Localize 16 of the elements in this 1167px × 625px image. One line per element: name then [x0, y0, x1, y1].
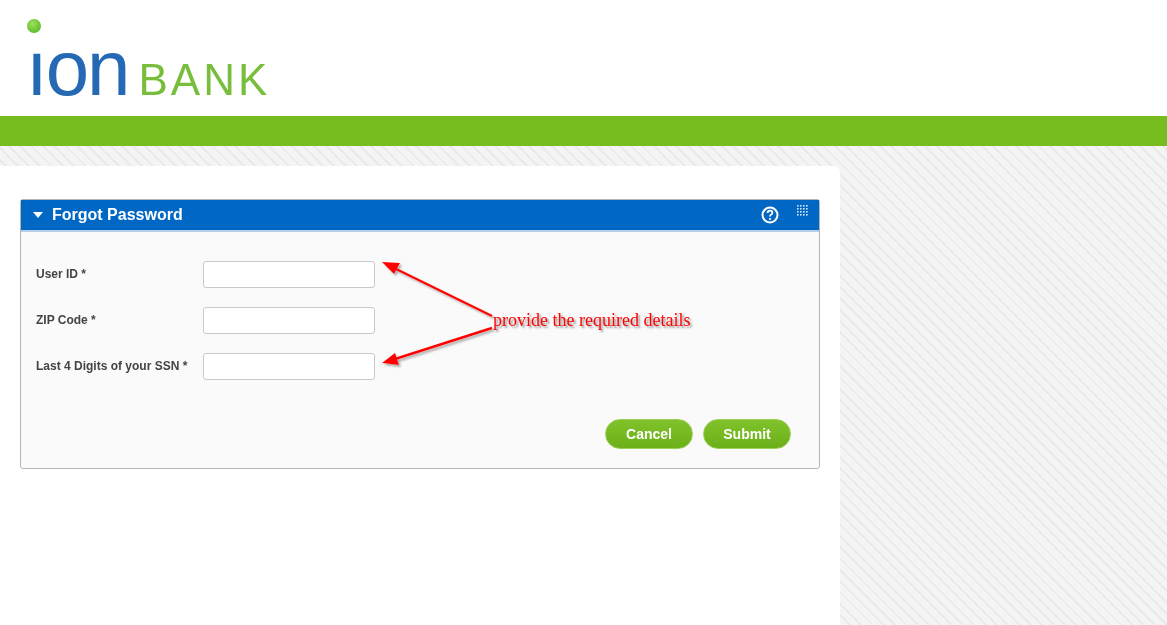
- cancel-button[interactable]: Cancel: [605, 419, 693, 449]
- input-field[interactable]: [203, 352, 375, 380]
- field-label: Last 4 Digits of your SSN *: [36, 359, 189, 373]
- submit-button[interactable]: Submit: [703, 419, 791, 449]
- logo-wordmark: ıon: [26, 39, 129, 97]
- annotation-text: provide the required details: [493, 310, 691, 331]
- logo-dot-icon: [27, 19, 41, 33]
- help-icon[interactable]: [761, 206, 779, 224]
- field-label: ZIP Code *: [36, 313, 97, 327]
- logo-text: BANK: [138, 55, 271, 105]
- input-field[interactable]: [203, 260, 375, 288]
- panel-title: Forgot Password: [52, 206, 183, 224]
- resize-grip-icon[interactable]: [797, 205, 809, 217]
- collapse-caret-icon[interactable]: [33, 212, 43, 218]
- input-field[interactable]: [203, 306, 375, 334]
- field-label: User ID *: [36, 267, 88, 281]
